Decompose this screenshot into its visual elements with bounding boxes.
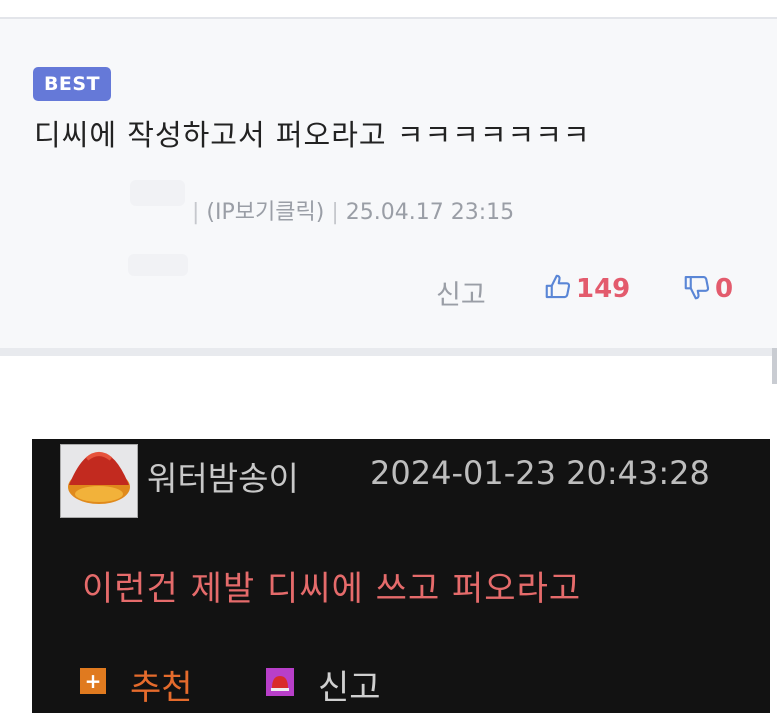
dc-comment-text: 이런건 제발 디씨에 쓰고 퍼오라고 xyxy=(82,569,582,609)
meta-separator: | xyxy=(331,200,339,225)
dislike-button[interactable]: 0 xyxy=(682,272,733,306)
plus-icon: + xyxy=(80,668,106,694)
recommend-button[interactable]: 추천 xyxy=(130,660,193,709)
chestnut-icon xyxy=(68,452,130,504)
comment-timestamp: 25.04.17 23:15 xyxy=(345,200,515,225)
author-ip-link[interactable]: (IP보기클릭) xyxy=(206,200,324,225)
thumbs-down-icon xyxy=(682,272,712,306)
dc-timestamp: 2024-01-23 20:43:28 xyxy=(370,454,710,492)
comment-meta: | (IP보기클릭) | 25.04.17 23:15 xyxy=(192,194,514,226)
siren-icon xyxy=(266,668,294,696)
scrollbar[interactable] xyxy=(772,348,777,384)
report-button[interactable]: 신고 xyxy=(436,273,486,312)
dislike-count: 0 xyxy=(715,274,734,304)
blurred-avatar xyxy=(128,254,188,276)
blurred-nickname xyxy=(130,180,185,206)
thumbs-up-icon xyxy=(543,272,573,306)
meta-separator: | xyxy=(192,200,200,225)
dc-report-button[interactable]: 신고 xyxy=(318,660,381,709)
dc-username[interactable]: 워터밤송이 xyxy=(147,452,299,500)
comment-text: 디씨에 작성하고서 퍼오라고 ㅋㅋㅋㅋㅋㅋㅋ xyxy=(34,118,591,152)
like-button[interactable]: 149 xyxy=(543,272,630,306)
best-badge: BEST xyxy=(33,67,111,101)
avatar xyxy=(60,444,138,518)
like-count: 149 xyxy=(576,274,631,304)
section-divider xyxy=(0,348,777,356)
best-comment-card xyxy=(0,19,777,348)
